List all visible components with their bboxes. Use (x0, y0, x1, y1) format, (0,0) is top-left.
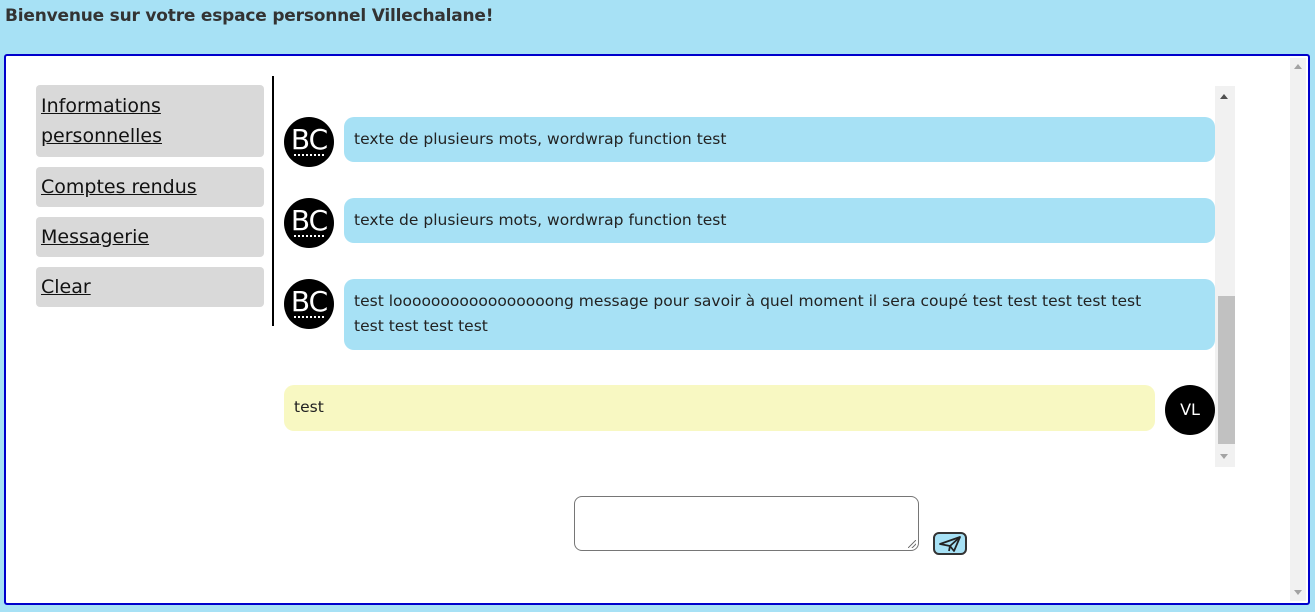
scrollbar-thumb[interactable] (1218, 296, 1235, 444)
message-text: test looooooooooooooooong message pour s… (354, 292, 1142, 310)
sidebar-item-informations-personnelles[interactable]: Informations personnelles (36, 85, 264, 157)
message-bubble: texte de plusieurs mots, wordwrap functi… (344, 117, 1215, 162)
avatar: BC (284, 198, 334, 248)
sidebar-item-label: Informations (41, 95, 161, 117)
avatar: BC (284, 279, 334, 329)
send-button[interactable] (933, 532, 967, 555)
chat-scrollbar[interactable] (1215, 86, 1235, 467)
message-input[interactable] (574, 496, 919, 551)
resize-handle-icon[interactable] (908, 540, 916, 548)
message-text: test test test test (354, 317, 488, 335)
message-bubble: texte de plusieurs mots, wordwrap functi… (344, 198, 1215, 243)
scroll-up-arrow-icon[interactable] (1220, 94, 1228, 99)
page-scrollbar[interactable] (1290, 58, 1306, 601)
sidebar-item-messagerie[interactable]: Messagerie (36, 217, 264, 257)
page-title: Bienvenue sur votre espace personnel Vil… (5, 6, 494, 26)
paper-plane-icon (939, 535, 961, 552)
message-bubble: test (284, 385, 1155, 431)
message-bubble: test looooooooooooooooong message pour s… (344, 279, 1215, 350)
avatar: VL (1165, 385, 1215, 435)
scroll-down-arrow-icon[interactable] (1220, 454, 1228, 459)
sidebar-divider (272, 76, 274, 326)
message-list[interactable]: BC texte de plusieurs mots, wordwrap fun… (284, 86, 1235, 467)
avatar: BC (284, 117, 334, 167)
main-frame: Informations personnelles Comptes rendus… (4, 54, 1310, 605)
sidebar-nav: Informations personnelles Comptes rendus… (36, 85, 264, 317)
sidebar-item-clear[interactable]: Clear (36, 267, 264, 307)
sidebar-item-label: personnelles (41, 125, 163, 147)
scroll-down-arrow-icon[interactable] (1294, 590, 1302, 595)
scroll-up-arrow-icon[interactable] (1294, 64, 1302, 69)
sidebar-item-comptes-rendus[interactable]: Comptes rendus (36, 167, 264, 207)
